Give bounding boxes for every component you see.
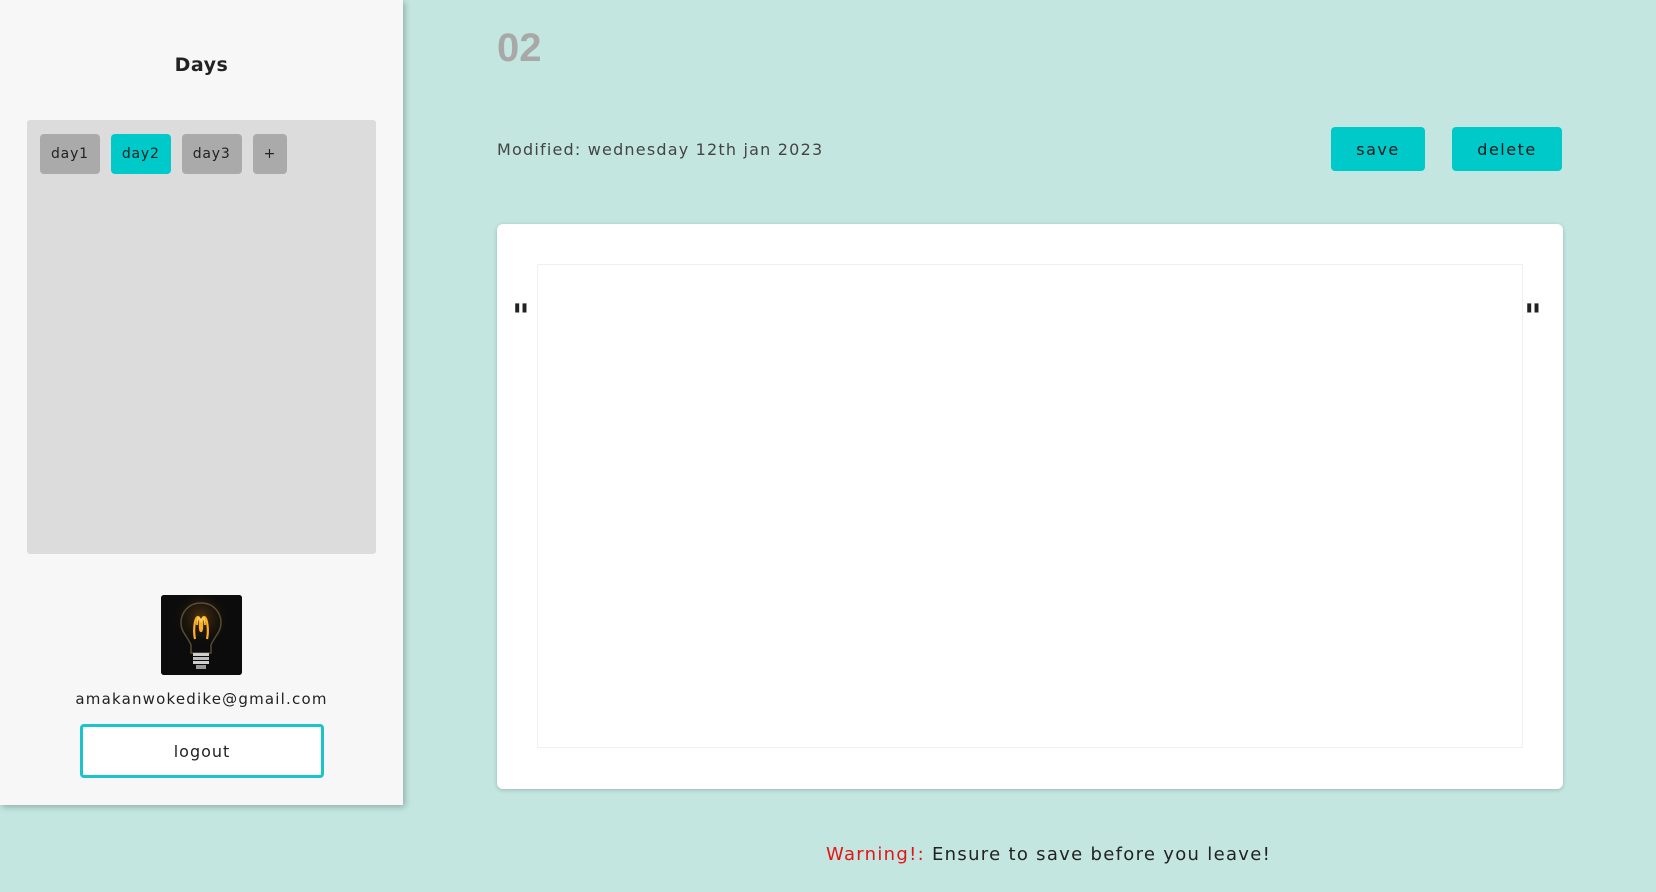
entry-textarea[interactable] [537,264,1523,748]
day-tab-day2[interactable]: day2 [110,134,171,174]
user-email: amakanwokedike@gmail.com [75,690,328,708]
warning-label: Warning!: [826,844,925,865]
page-number: 02 [497,26,542,70]
logout-button[interactable]: logout [80,724,324,778]
lightbulb-icon [161,595,242,675]
editor-card: " " [497,224,1563,789]
add-day-button[interactable]: + [252,134,288,174]
open-quote-icon: " [512,297,530,337]
delete-button[interactable]: delete [1452,127,1562,171]
save-button[interactable]: save [1331,127,1425,171]
day-tabs: day1 day2 day3 + [40,134,288,174]
sidebar-title: Days [174,54,229,76]
warning-text: Ensure to save before you leave! [924,844,1272,865]
days-panel: day1 day2 day3 + [27,120,376,554]
sidebar: Days day1 day2 day3 + amakanwokedike@gma… [0,0,403,805]
day-tab-day1[interactable]: day1 [40,134,100,174]
warning-message: Warning!: Ensure to save before you leav… [0,844,1656,865]
day-tab-day3[interactable]: day3 [181,134,242,174]
avatar [161,595,242,675]
modified-date: Modified: wednesday 12th jan 2023 [497,140,824,159]
close-quote-icon: " [1524,297,1542,337]
